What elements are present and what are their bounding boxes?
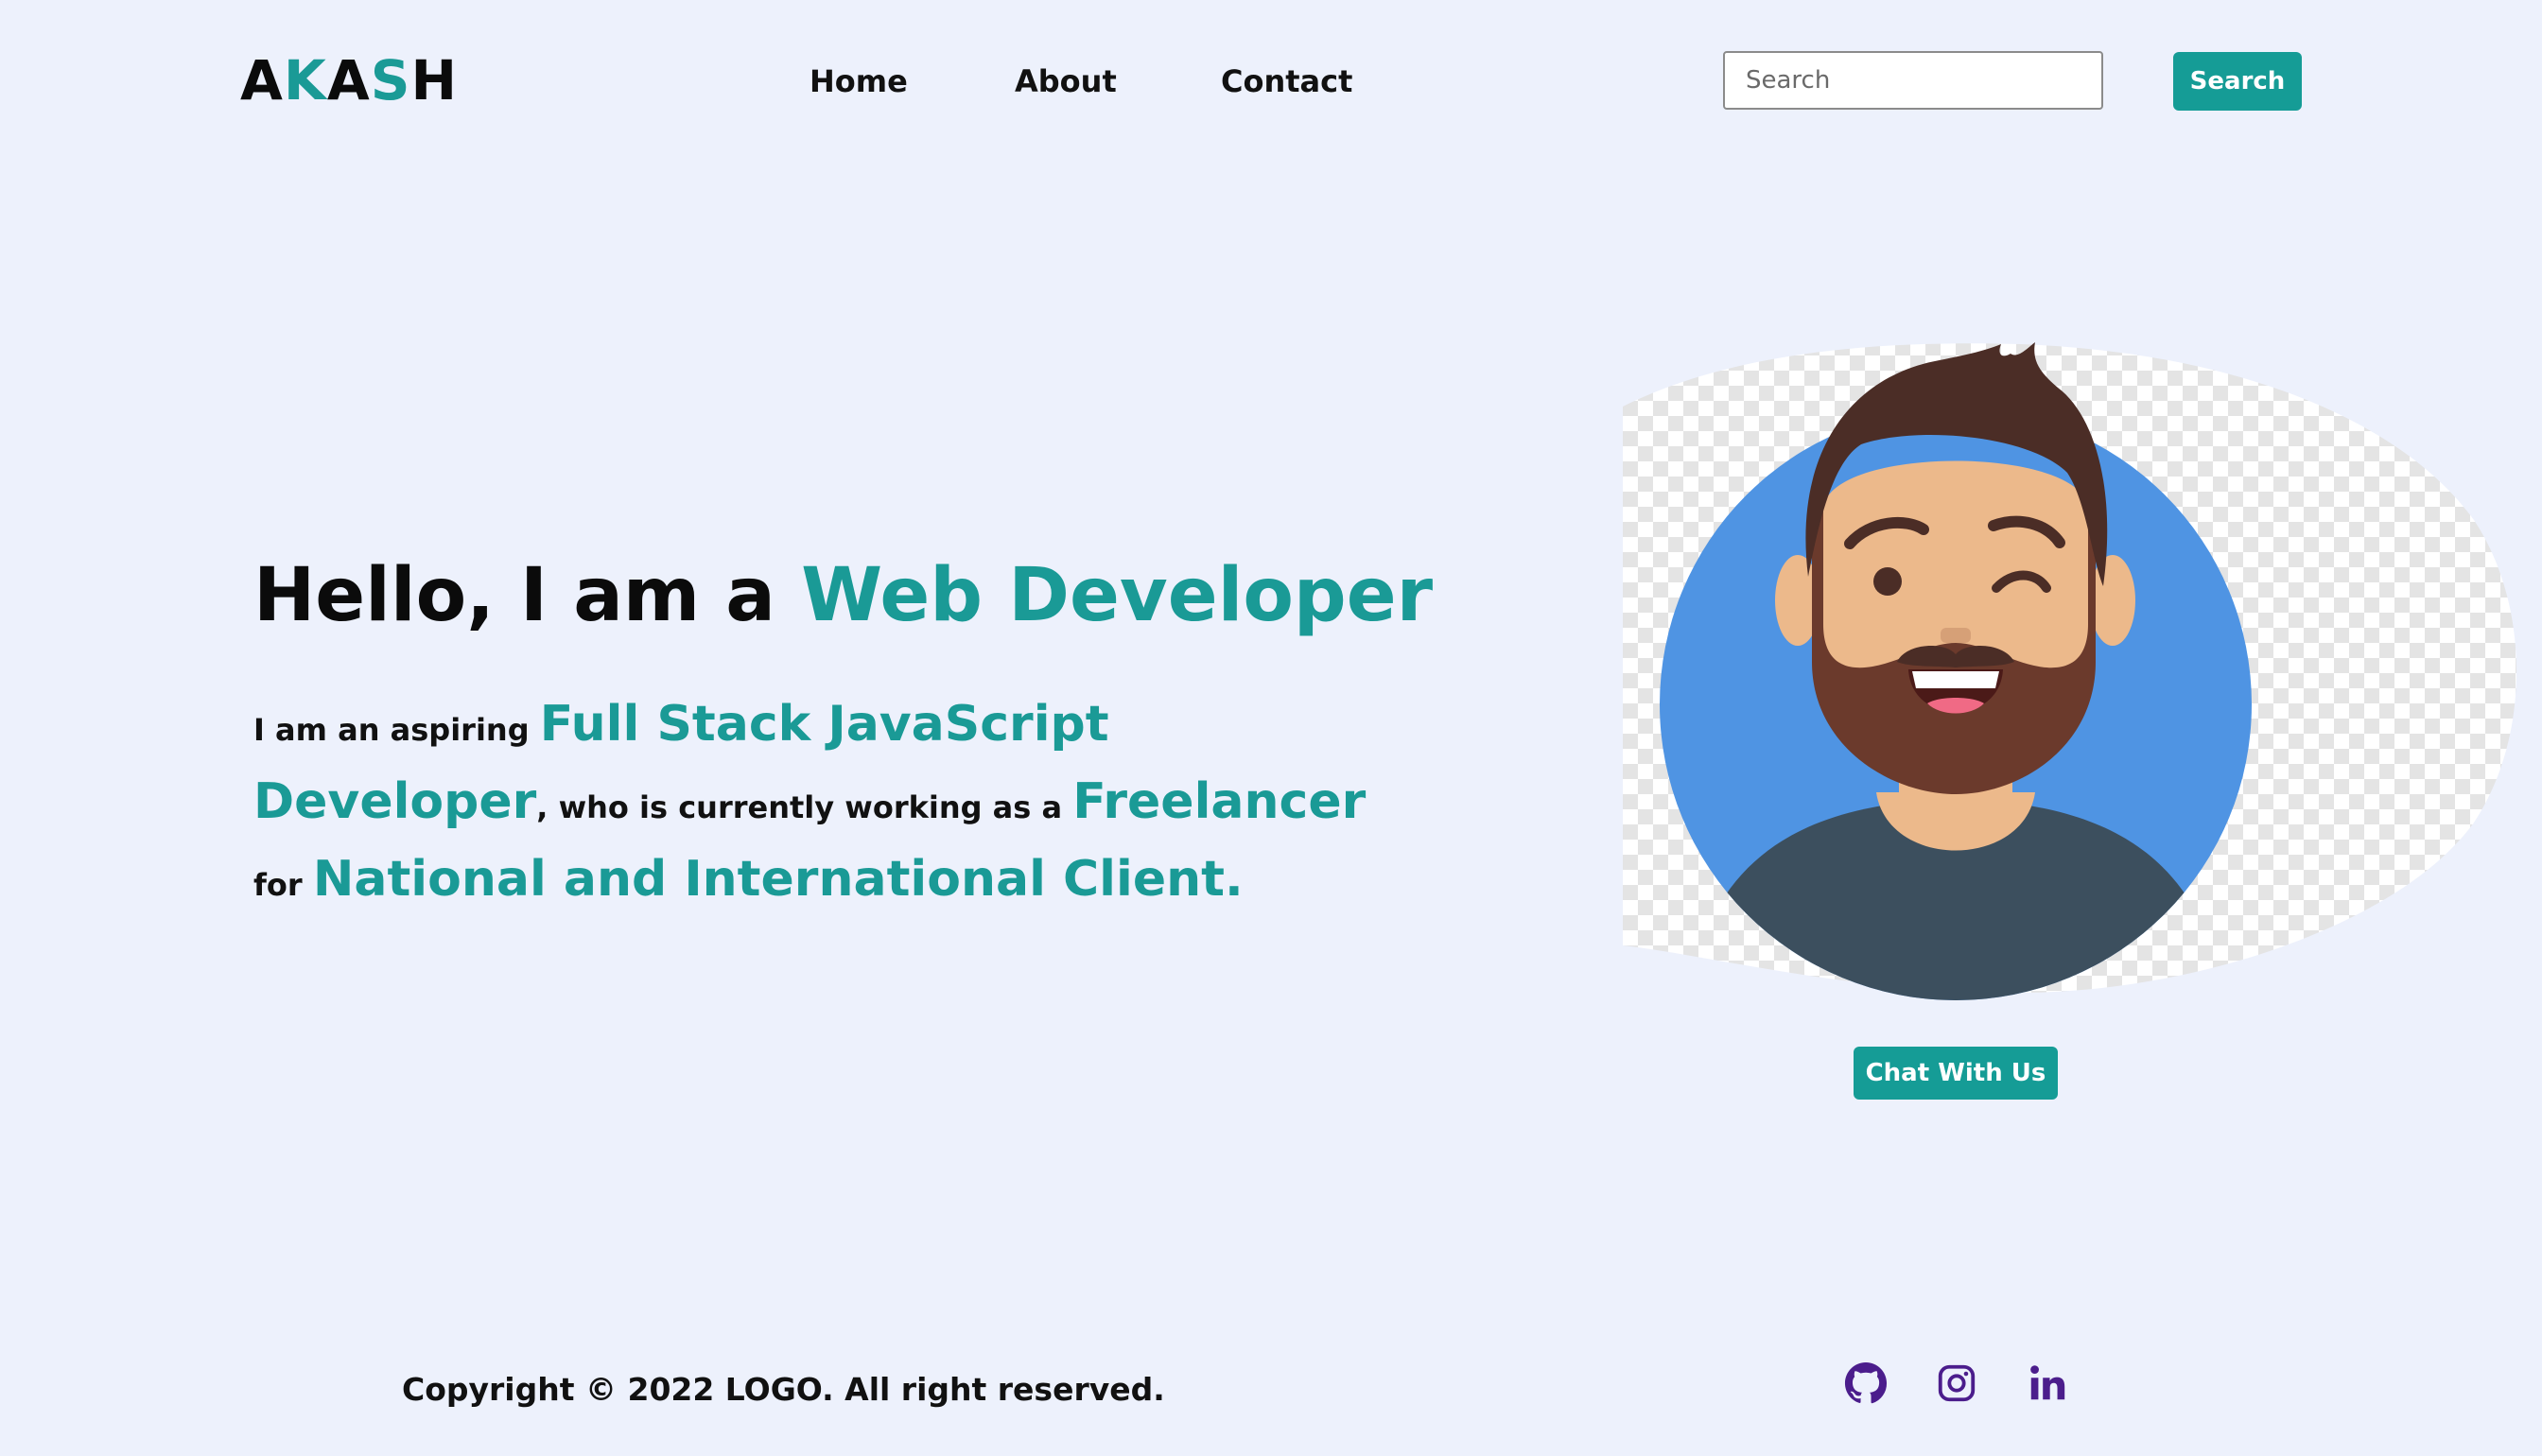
hero-desc-text: I am an aspiring xyxy=(253,712,540,748)
avatar-illustration xyxy=(1623,340,2523,1012)
search-input[interactable] xyxy=(1723,51,2103,110)
logo-letter: A xyxy=(240,48,284,113)
hero-desc-text: , who is currently working as a xyxy=(536,789,1073,825)
logo-letter: S xyxy=(370,48,411,113)
linkedin-icon[interactable] xyxy=(2026,1361,2069,1405)
nav-about-link[interactable]: About xyxy=(1015,59,1117,104)
hero-title-prefix: Hello, I am a xyxy=(253,553,802,638)
chat-with-us-button[interactable]: Chat With Us xyxy=(1854,1047,2058,1100)
logo-letter: K xyxy=(283,48,327,113)
github-icon[interactable] xyxy=(1844,1361,1888,1405)
hero-title: Hello, I am a Web Developer xyxy=(253,548,1433,643)
search-button[interactable]: Search xyxy=(2173,52,2302,111)
hero-desc-text: for xyxy=(253,867,313,903)
hero-title-highlight: Web Developer xyxy=(801,553,1434,638)
copyright-text: Copyright © 2022 LOGO. All right reserve… xyxy=(402,1371,1165,1408)
hero-description: I am an aspiring Full Stack JavaScript D… xyxy=(253,688,1388,921)
instagram-icon[interactable] xyxy=(1935,1361,1978,1405)
logo[interactable]: AKASH xyxy=(240,47,458,113)
nav-home-link[interactable]: Home xyxy=(810,59,908,104)
hero-desc-highlight: Freelancer xyxy=(1072,773,1367,830)
nav-contact-link[interactable]: Contact xyxy=(1221,59,1352,104)
logo-letter: A xyxy=(326,48,371,113)
hero-desc-highlight: National and International Client. xyxy=(312,851,1244,908)
logo-letter: H xyxy=(410,48,459,113)
